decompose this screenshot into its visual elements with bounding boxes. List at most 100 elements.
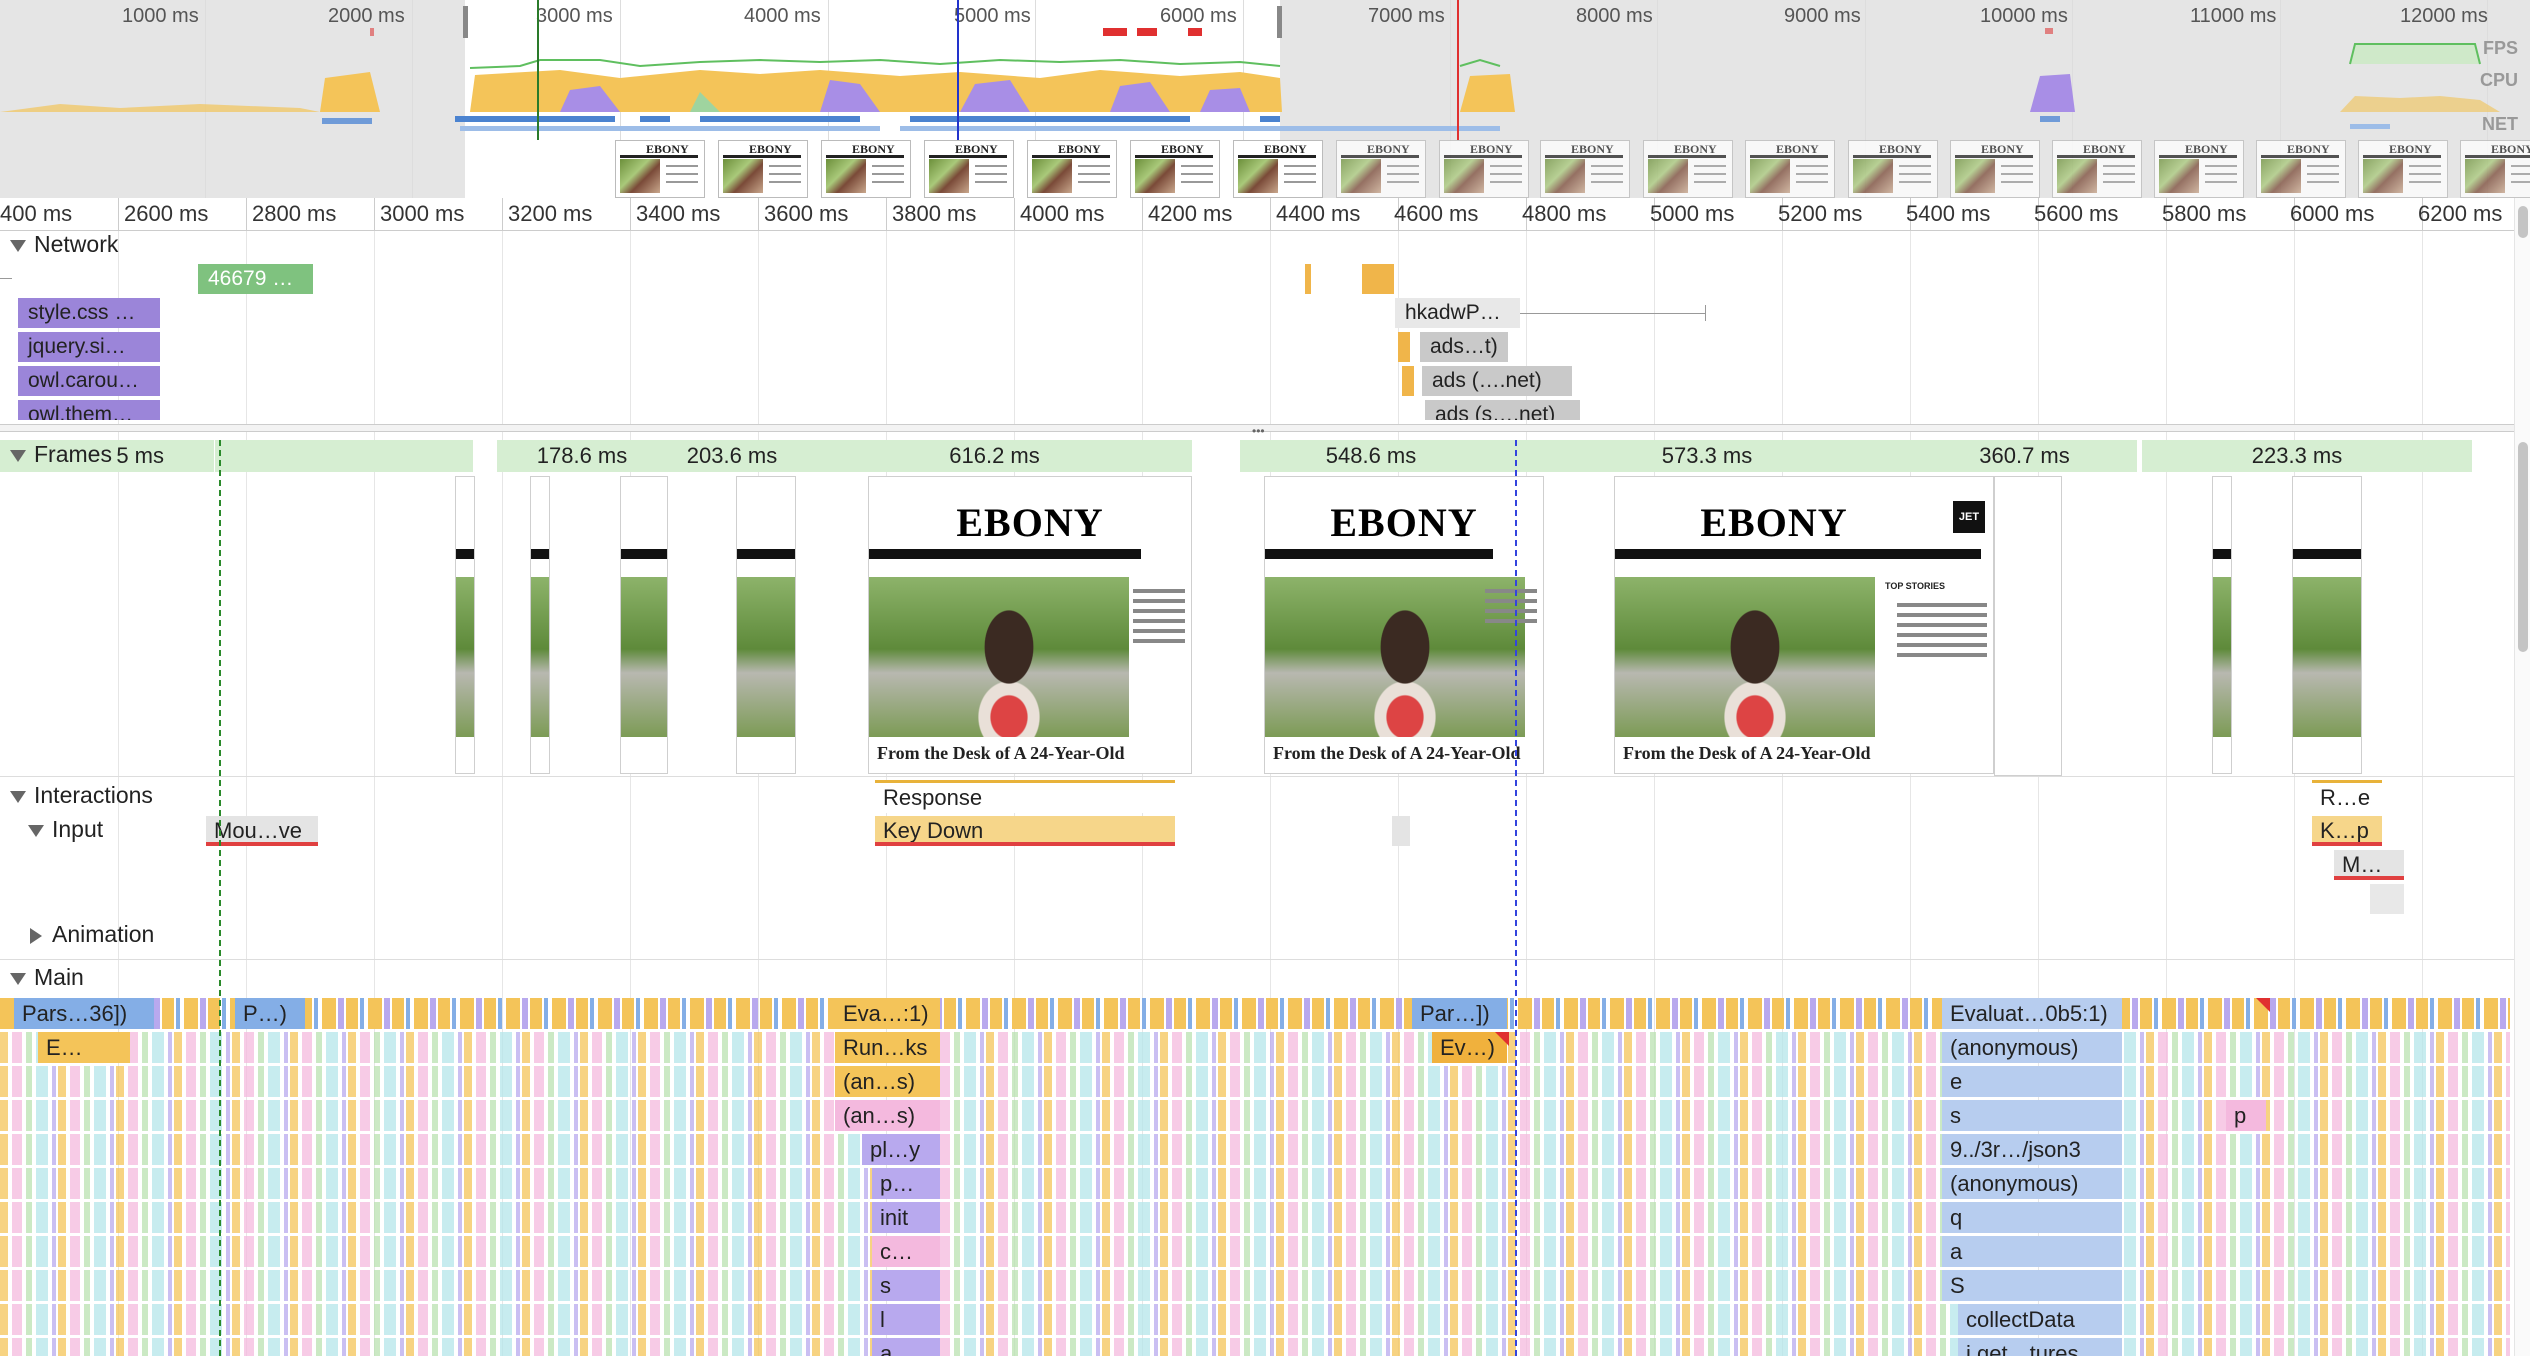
filmstrip-thumbnail[interactable]: EBONY: [821, 140, 911, 198]
filmstrip-thumbnail[interactable]: EBONY: [1336, 140, 1426, 198]
collapse-triangle-icon[interactable]: [10, 239, 26, 252]
flame-anonymous[interactable]: (an…s): [835, 1066, 940, 1097]
filmstrip-thumbnail[interactable]: EBONY: [615, 140, 705, 198]
network-request[interactable]: style.css …: [18, 298, 160, 328]
flame-function[interactable]: p: [2226, 1100, 2266, 1131]
frame-screenshot[interactable]: [2212, 476, 2232, 774]
flame-anonymous[interactable]: (anonymous): [1942, 1032, 2122, 1063]
vertical-scrollbar[interactable]: [2514, 198, 2530, 1356]
keyup-event[interactable]: K…p: [2312, 816, 2382, 846]
filmstrip-thumbnail[interactable]: EBONY: [1233, 140, 1323, 198]
frame-cell[interactable]: [215, 440, 316, 472]
network-request[interactable]: ads…t): [1420, 332, 1508, 362]
flame-function[interactable]: s: [872, 1270, 940, 1301]
network-request[interactable]: 46679 …: [198, 264, 313, 294]
network-request[interactable]: jquery.si…: [18, 332, 160, 362]
main-scrollbar-thumb[interactable]: [2518, 442, 2528, 652]
filmstrip-thumbnail[interactable]: EBONY: [1745, 140, 1835, 198]
collapse-triangle-icon[interactable]: [10, 449, 26, 462]
frame-duration[interactable]: 203.6 ms: [667, 440, 798, 472]
flame-evaluate-script[interactable]: Evaluat…0b5:1): [1942, 998, 2122, 1029]
frame-screenshot[interactable]: EBONY JET TOP STORIES From the Desk of A…: [1614, 476, 1994, 774]
filmstrip-thumbnail[interactable]: EBONY: [2052, 140, 2142, 198]
flame-parse[interactable]: P…): [235, 998, 305, 1029]
frame-duration[interactable]: 178.6 ms: [497, 440, 668, 472]
filmstrip-thumbnail[interactable]: EBONY: [1848, 140, 1938, 198]
network-track-header[interactable]: Network: [0, 231, 118, 265]
frame-screenshot[interactable]: [736, 476, 796, 774]
frame-duration[interactable]: 360.7 ms: [1912, 440, 2138, 472]
network-scrollbar-thumb[interactable]: [2518, 206, 2528, 238]
flame-anonymous[interactable]: (anonymous): [1942, 1168, 2122, 1199]
flame-function[interactable]: a: [872, 1338, 940, 1356]
flame-function[interactable]: q: [1942, 1202, 2122, 1233]
filmstrip-thumbnail[interactable]: EBONY: [1439, 140, 1529, 198]
flame-function[interactable]: pl…y: [862, 1134, 940, 1165]
frame-duration[interactable]: 616.2 ms: [797, 440, 1193, 472]
network-request[interactable]: hkadwP…: [1395, 298, 1520, 328]
filmstrip-thumbnail[interactable]: EBONY: [1643, 140, 1733, 198]
network-resize-handle[interactable]: [0, 424, 2530, 432]
flame-anonymous[interactable]: (an…s): [835, 1100, 940, 1131]
response-event[interactable]: Response: [875, 783, 1175, 813]
collapse-triangle-icon[interactable]: [10, 790, 26, 803]
flame-function[interactable]: p…: [872, 1168, 940, 1199]
flame-function[interactable]: i.get…tures: [1958, 1338, 2122, 1356]
frame-duration[interactable]: 223.3 ms: [2232, 440, 2363, 472]
frame-screenshot[interactable]: [530, 476, 550, 774]
flame-parse-html[interactable]: Par…]): [1412, 998, 1507, 1029]
collapse-triangle-icon[interactable]: [10, 972, 26, 985]
filmstrip-thumbnail[interactable]: EBONY: [924, 140, 1014, 198]
flame-function[interactable]: c…: [872, 1236, 940, 1267]
filmstrip-thumbnail[interactable]: EBONY: [1027, 140, 1117, 198]
response-event[interactable]: R…e: [2312, 783, 2382, 813]
timeline-overview[interactable]: 1000 ms 2000 ms 3000 ms 4000 ms 5000 ms …: [0, 0, 2530, 199]
frame-cell[interactable]: [2362, 440, 2473, 472]
flame-function[interactable]: S: [1942, 1270, 2122, 1301]
filmstrip-thumbnail[interactable]: EBONY: [2154, 140, 2244, 198]
frame-screenshot[interactable]: [620, 476, 668, 774]
filmstrip-thumbnail[interactable]: EBONY: [2256, 140, 2346, 198]
flame-evaluate[interactable]: E…: [38, 1032, 130, 1063]
flame-function[interactable]: a: [1942, 1236, 2122, 1267]
expand-triangle-icon[interactable]: [30, 927, 42, 944]
flame-evaluate-script[interactable]: Eva…:1): [835, 998, 940, 1029]
flame-function[interactable]: e: [1942, 1066, 2122, 1097]
frame-screenshot[interactable]: EBONY From the Desk of A 24-Year-Old: [1264, 476, 1544, 774]
frame-duration[interactable]: 573.3 ms: [1502, 440, 1913, 472]
network-request[interactable]: ads (….net): [1422, 366, 1572, 396]
collapse-triangle-icon[interactable]: [28, 824, 44, 837]
frame-cell[interactable]: [2142, 440, 2233, 472]
frame-screenshot[interactable]: [455, 476, 475, 774]
filmstrip-thumbnail[interactable]: EBONY: [2358, 140, 2448, 198]
filmstrip-thumbnail[interactable]: EBONY: [1540, 140, 1630, 198]
drag-handle-icon[interactable]: •••: [1252, 424, 1265, 438]
flame-function[interactable]: s: [1942, 1100, 2122, 1131]
keydown-event[interactable]: Key Down: [875, 816, 1175, 846]
frame-screenshot[interactable]: EBONY From the Desk of A 24-Year-Old: [868, 476, 1192, 774]
frame-cell[interactable]: [385, 440, 474, 472]
network-request[interactable]: owl.carou…: [18, 366, 160, 396]
flame-parse-html[interactable]: Pars…36]): [14, 998, 154, 1029]
filmstrip-thumbnail[interactable]: EBONY: [2460, 140, 2530, 198]
network-request[interactable]: ads (s….net): [1425, 400, 1580, 420]
frames-track-header[interactable]: Frames: [0, 441, 112, 475]
frame-cell[interactable]: [345, 440, 386, 472]
animation-track-header[interactable]: Animation: [0, 921, 154, 955]
interactions-track-header[interactable]: Interactions: [0, 782, 153, 816]
filmstrip-thumbnail[interactable]: EBONY: [718, 140, 808, 198]
filmstrip-thumbnail[interactable]: EBONY: [1130, 140, 1220, 198]
network-request-bar[interactable]: [1362, 264, 1394, 294]
network-request[interactable]: owl.them…: [18, 400, 160, 420]
mousemove-event[interactable]: Mou…ve: [206, 816, 318, 846]
frame-cell[interactable]: [315, 440, 346, 472]
main-track-header[interactable]: Main: [0, 964, 84, 998]
input-track-header[interactable]: Input: [0, 816, 103, 850]
flame-function[interactable]: l: [872, 1304, 940, 1335]
flame-collect-data[interactable]: collectData: [1958, 1304, 2122, 1335]
flame-run-microtasks[interactable]: Run…ks: [835, 1032, 940, 1063]
frame-duration[interactable]: 548.6 ms: [1240, 440, 1503, 472]
flame-function[interactable]: init: [872, 1202, 940, 1233]
mousemove-event[interactable]: M…: [2334, 850, 2404, 880]
time-ruler[interactable]: 400 ms 2600 ms 2800 ms 3000 ms 3200 ms 3…: [0, 198, 2530, 231]
